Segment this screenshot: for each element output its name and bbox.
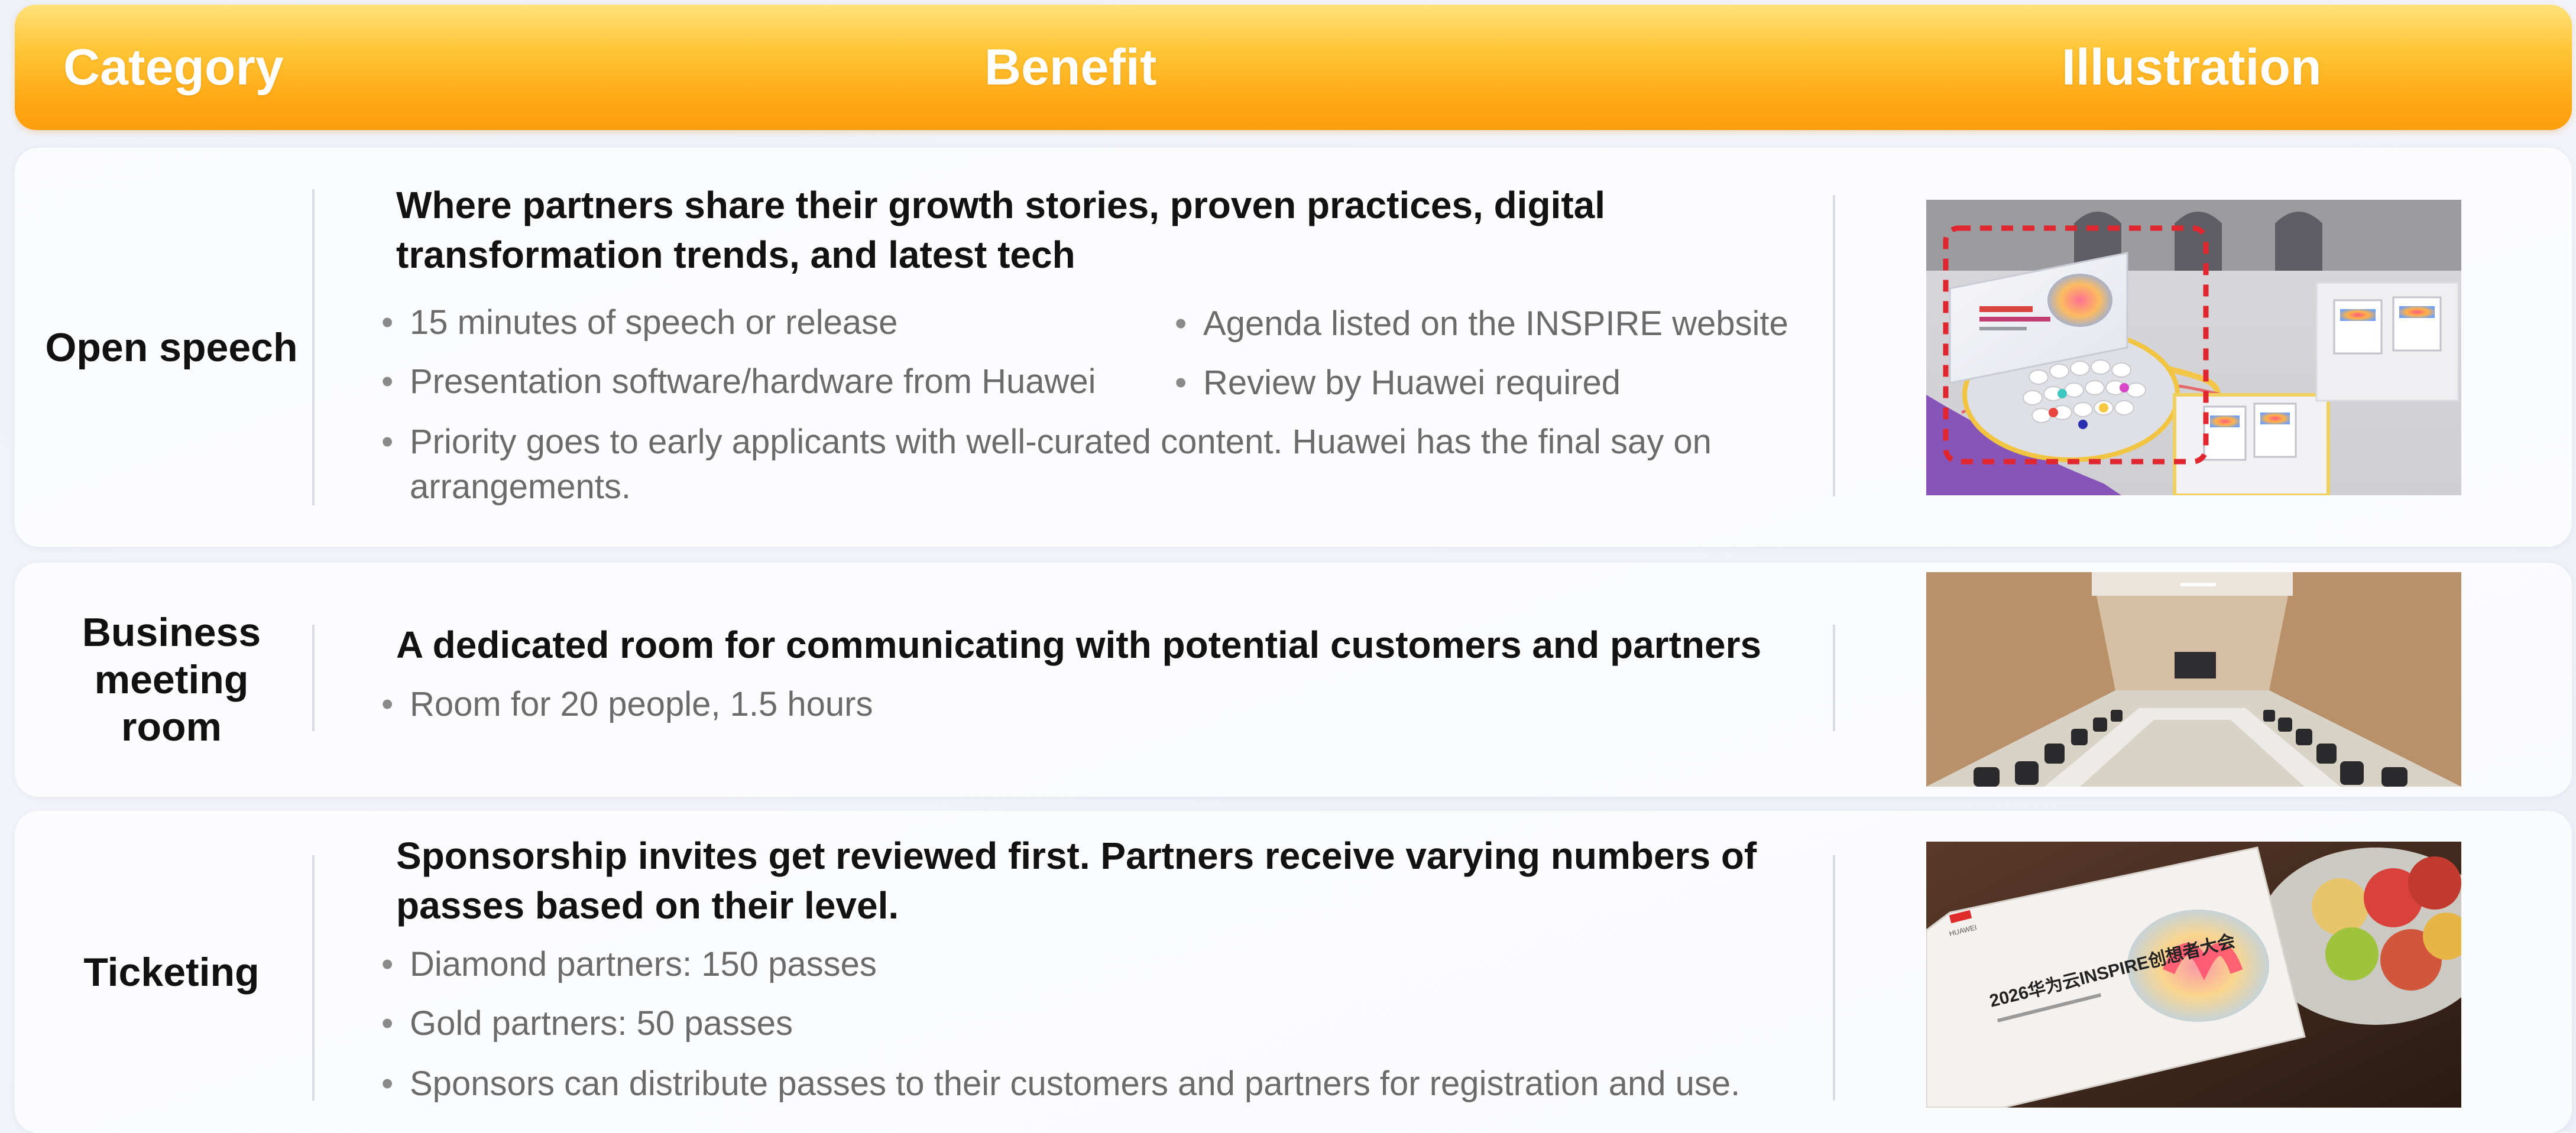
benefit-bullet: Presentation software/hardware from Huaw… (381, 359, 1178, 404)
benefit-bullet: Diamond partners: 150 passes (381, 942, 1297, 987)
table-header: Category Benefit Illustration (15, 5, 2572, 130)
benefit-title: A dedicated room for communicating with … (396, 624, 1762, 666)
benefit-bullet: Gold partners: 50 passes (381, 1001, 1297, 1046)
invitation-card-image: HUAWEI 2026华为云INSPIRE创想者大会 (1926, 842, 2461, 1108)
column-divider (1833, 195, 1835, 496)
column-divider (312, 625, 315, 731)
benefit-bullet: Agenda listed on the INSPIRE website (1175, 301, 1871, 346)
table-row: Ticketing Sponsorship invites get review… (15, 811, 2572, 1133)
category-label: Ticketing (83, 949, 260, 995)
category-label: Open speech (45, 324, 298, 370)
header-category: Category (63, 39, 284, 96)
column-divider (1833, 625, 1835, 731)
column-divider (312, 189, 315, 505)
table-row: Business meeting room A dedicated room f… (15, 563, 2572, 797)
benefit-title: Sponsorship invites get reviewed first. … (396, 835, 1757, 927)
meeting-room-image (1926, 572, 2461, 787)
benefit-title: Where partners share their growth storie… (396, 184, 1605, 276)
benefit-bullet: Sponsors can distribute passes to their … (381, 1061, 1864, 1106)
exhibition-booth-image (1926, 200, 2461, 495)
header-benefit: Benefit (984, 39, 1157, 96)
benefit-bullet: Review by Huawei required (1175, 361, 1871, 405)
header-illustration: Illustration (2062, 39, 2322, 96)
category-label: Business meeting room (15, 563, 328, 797)
column-divider (312, 855, 315, 1100)
table-row: Open speech Where partners share their g… (15, 148, 2572, 547)
column-divider (1833, 855, 1835, 1100)
benefit-bullet: Room for 20 people, 1.5 hours (381, 682, 1297, 727)
benefit-bullet: 15 minutes of speech or release (381, 300, 1143, 345)
benefit-bullet: Priority goes to early applicants with w… (381, 420, 1829, 509)
category-text: Business meeting room (82, 610, 261, 749)
